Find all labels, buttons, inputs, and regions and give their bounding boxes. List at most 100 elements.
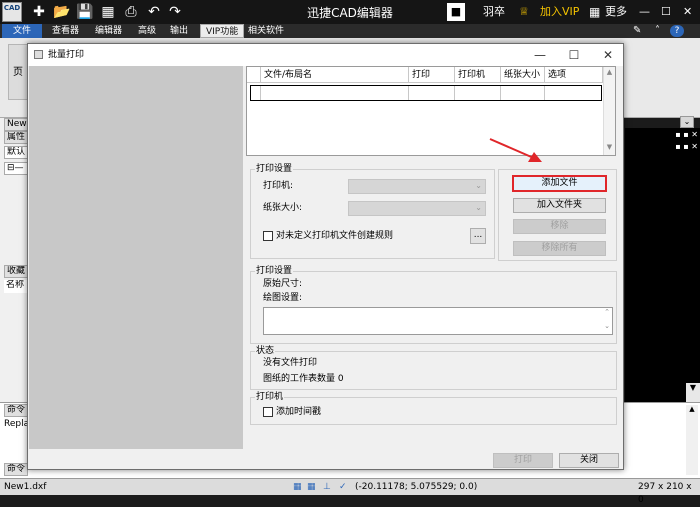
maximize-icon[interactable]: ☐ (661, 3, 671, 21)
column-header-print[interactable]: 打印 (409, 67, 455, 83)
dialog-titlebar: 批量打印 — ☐ ✕ (28, 44, 623, 66)
scroll-down-icon[interactable]: ⌄ (604, 322, 610, 330)
menu-output[interactable]: 输出 (165, 24, 193, 38)
print-preview (29, 66, 243, 449)
status-bar: New1.dxf ▦ ▦ ⊥ ✓ (-20.11178; 5.075529; 0… (0, 478, 700, 505)
grid-icon[interactable]: ▦ (307, 481, 316, 494)
app-logo-text: CAD (3, 4, 21, 12)
dialog-minimize-icon[interactable]: — (525, 44, 555, 66)
batch-print-dialog: 批量打印 — ☐ ✕ 文件/布局名 打印 打印机 纸张大小 选项 ▲ ▼ 打印设… (27, 43, 624, 470)
undo-icon[interactable]: ↶ (145, 3, 163, 21)
column-header-file[interactable]: 文件/布局名 (261, 67, 409, 83)
menu-viewer[interactable]: 查看器 (47, 24, 84, 38)
collapse-ribbon-icon[interactable]: ˄ (650, 24, 665, 38)
row-cell (261, 86, 409, 100)
ortho-icon[interactable]: ⊥ (323, 481, 331, 494)
status-coordinates: (-20.11178; 5.075529; 0.0) (355, 482, 478, 492)
file-list[interactable]: 文件/布局名 打印 打印机 纸张大小 选项 ▲ ▼ (246, 66, 616, 156)
menu-advanced[interactable]: 高级 (133, 24, 161, 38)
plot-settings-text[interactable]: ⌃ ⌄ (263, 307, 613, 335)
table-row[interactable] (250, 85, 602, 101)
remove-all-button[interactable]: 移除所有 (513, 241, 606, 256)
row-cell (409, 86, 455, 100)
command-label: 命令 (4, 404, 28, 417)
app-logo[interactable]: CAD (2, 2, 22, 22)
chevron-down-icon: ⌄ (475, 203, 482, 212)
original-size-label: 原始尺寸: (263, 279, 303, 289)
print-settings-title: 打印设置 (255, 164, 294, 175)
chevron-down-icon: ⌄ (475, 181, 482, 190)
menu-editor[interactable]: 编辑器 (90, 24, 127, 38)
dialog-maximize-icon[interactable]: ☐ (559, 44, 589, 66)
canvas-scroll-down-icon[interactable]: ▼ (686, 383, 700, 403)
drawing-canvas[interactable]: ▪ ▪ ✕ ▪ ▪ ✕ ▼ (625, 128, 700, 403)
redo-icon[interactable]: ↷ (166, 3, 184, 21)
ribbon-expand-icon[interactable]: ⌄ (680, 116, 694, 128)
file-list-scrollbar[interactable]: ▲ ▼ (603, 67, 615, 155)
add-file-button[interactable]: 添加文件 (512, 175, 607, 192)
red-arrow-annotation (489, 138, 542, 162)
timestamp-checkbox[interactable] (263, 407, 273, 417)
help-icon[interactable]: ? (670, 25, 684, 37)
column-header-select[interactable] (247, 67, 261, 83)
open-folder-icon[interactable]: 📂 (53, 3, 71, 21)
join-vip-link[interactable]: 加入VIP (540, 3, 579, 21)
more-link[interactable]: 更多 (605, 3, 627, 21)
scroll-up-icon[interactable]: ⌃ (604, 308, 610, 316)
command-scrollbar[interactable]: ▲ (686, 405, 698, 475)
scroll-down-icon[interactable]: ▼ (604, 143, 615, 151)
column-header-options[interactable]: 选项 (545, 67, 603, 83)
dialog-title: 批量打印 (48, 50, 85, 60)
printer-select[interactable]: ⌄ (348, 179, 486, 194)
row-cell (251, 86, 261, 100)
plot-settings-label: 绘图设置: (263, 293, 303, 303)
column-header-printer[interactable]: 打印机 (455, 67, 501, 83)
print-button[interactable]: 打印 (493, 453, 553, 468)
paper-size-label: 纸张大小: (263, 203, 303, 213)
user-avatar-icon[interactable]: ■ (447, 3, 465, 21)
menu-file[interactable]: 文件 (2, 24, 42, 38)
sheet-count-text: 图纸的工作表数量 0 (263, 374, 344, 384)
minimize-icon[interactable]: — (639, 3, 650, 21)
create-rule-checkbox[interactable] (263, 231, 273, 241)
close-icon[interactable]: ✕ (683, 3, 692, 21)
paper-size-select[interactable]: ⌄ (348, 201, 486, 216)
canvas-controls-icon[interactable]: ▪ ▪ ✕ (675, 130, 698, 139)
add-folder-button[interactable]: 加入文件夹 (513, 198, 606, 213)
save-as-icon[interactable]: ▦ (99, 3, 117, 21)
status-filename: New1.dxf (4, 482, 47, 492)
title-bar: CAD ✚ 📂 💾 ▦ ⎙ ↶ ↷ 迅捷CAD编辑器 ■ 羽卒 ♕ 加入VIP … (0, 0, 700, 24)
save-icon[interactable]: 💾 (76, 3, 94, 21)
scroll-up-icon[interactable]: ▲ (604, 68, 615, 76)
row-cell (501, 86, 545, 100)
print-settings-group: 打印设置 打印机: ⌄ 纸张大小: ⌄ 对未定义打印机文件创建规则 ... (250, 164, 495, 259)
plot-settings-title: 打印设置 (255, 266, 294, 277)
menu-bar: 文件 查看器 编辑器 高级 输出 VIP功能 相关软件 ✎ ˄ ? (0, 24, 700, 38)
create-rule-label: 对未定义打印机文件创建规则 (276, 231, 394, 241)
rule-browse-button[interactable]: ... (470, 228, 486, 244)
new-file-icon[interactable]: ✚ (30, 3, 48, 21)
canvas-controls-icon-2[interactable]: ▪ ▪ ✕ (675, 142, 698, 151)
remove-button[interactable]: 移除 (513, 219, 606, 234)
dialog-icon (34, 50, 43, 59)
ribbon-page-button[interactable]: 页 (8, 44, 28, 100)
file-actions-group: 添加文件 加入文件夹 移除 移除所有 (498, 169, 617, 261)
no-file-text: 没有文件打印 (263, 358, 318, 368)
printer-group-title: 打印机 (255, 392, 285, 403)
username[interactable]: 羽卒 (483, 3, 505, 21)
crown-icon: ♕ (519, 5, 529, 18)
menu-related[interactable]: 相关软件 (243, 24, 289, 38)
status-title: 状态 (255, 346, 276, 357)
printer-group: 打印机 添加时间戳 (250, 392, 617, 425)
more-icon[interactable]: ▦ (589, 3, 600, 21)
print-icon[interactable]: ⎙ (122, 3, 140, 21)
polar-icon[interactable]: ✓ (339, 481, 347, 494)
menu-vip[interactable]: VIP功能 (200, 24, 245, 38)
column-header-paper[interactable]: 纸张大小 (501, 67, 545, 83)
close-button[interactable]: 关闭 (559, 453, 619, 468)
brush-icon[interactable]: ✎ (628, 24, 646, 38)
dialog-close-icon[interactable]: ✕ (593, 44, 623, 66)
plot-settings-group: 打印设置 原始尺寸: 绘图设置: ⌃ ⌄ (250, 266, 617, 344)
snap-icon[interactable]: ▦ (293, 481, 302, 494)
status-paper-size: 297 x 210 x 0 (638, 482, 692, 505)
